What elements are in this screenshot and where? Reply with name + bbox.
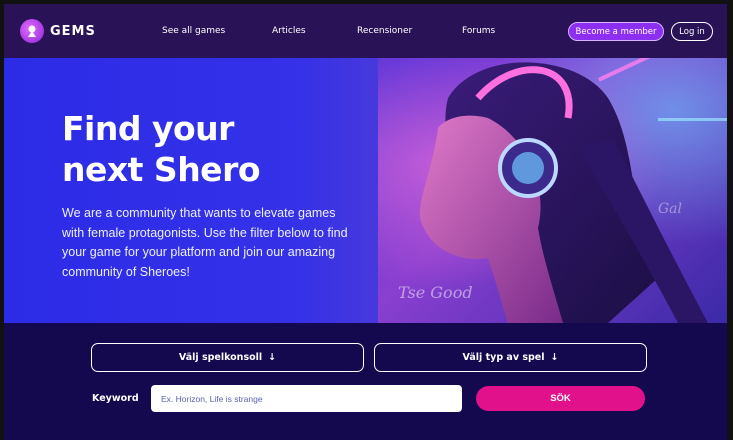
site-header: GEMS See all games Articles Recensioner … — [4, 4, 727, 58]
become-member-button[interactable]: Become a member — [568, 22, 664, 41]
gems-logo-icon — [20, 19, 44, 43]
headphones-woman-illustration: Tse Good Gal — [398, 58, 727, 323]
svg-text:Tse Good: Tse Good — [398, 283, 473, 302]
arrow-down-icon: ↓ — [550, 352, 559, 363]
nav-link-see-all-games[interactable]: See all games — [162, 26, 225, 36]
hero-description: We are a community that wants to elevate… — [62, 206, 348, 279]
hero-title-line-1: Find your — [62, 109, 234, 148]
search-button[interactable]: SÖK — [476, 386, 645, 411]
hero-section: Find your next Shero We are a community … — [4, 58, 727, 323]
console-select[interactable]: Välj spelkonsoll ↓ — [91, 343, 364, 372]
hero-title-line-2: next Shero — [62, 150, 261, 189]
logo[interactable]: GEMS — [20, 19, 96, 43]
game-type-select[interactable]: Välj typ av spel ↓ — [374, 343, 647, 372]
hero-image: Tse Good Gal — [378, 58, 727, 323]
game-type-select-label: Välj typ av spel — [462, 352, 545, 363]
nav-link-articles[interactable]: Articles — [272, 26, 306, 36]
nav-link-forums[interactable]: Forums — [462, 26, 495, 36]
search-input[interactable] — [151, 385, 462, 412]
brand-name: GEMS — [50, 23, 96, 39]
keyword-label: Keyword — [92, 393, 139, 404]
window-frame-right — [727, 0, 733, 440]
nav-link-recensioner[interactable]: Recensioner — [357, 26, 412, 36]
hero-title: Find your next Shero — [62, 108, 362, 190]
svg-text:Gal: Gal — [658, 201, 682, 217]
console-select-label: Välj spelkonsoll — [178, 352, 263, 363]
login-button[interactable]: Log in — [671, 22, 713, 41]
arrow-down-icon: ↓ — [268, 352, 277, 363]
